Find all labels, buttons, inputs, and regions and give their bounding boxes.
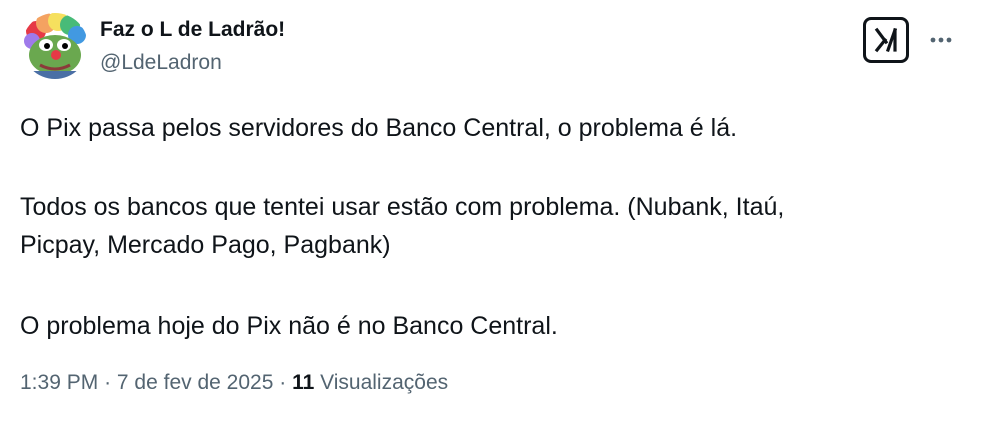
more-button[interactable] bbox=[925, 24, 957, 56]
clown-frog-avatar-icon bbox=[22, 13, 88, 79]
tweet-text-line: Picpay, Mercado Pago, Pagbank) bbox=[20, 231, 391, 259]
meta-separator: · bbox=[104, 371, 112, 394]
meta-separator: · bbox=[279, 371, 287, 394]
tweet-text-line: O Pix passa pelos servidores do Banco Ce… bbox=[20, 114, 738, 142]
avatar[interactable] bbox=[22, 13, 88, 79]
views-count: 11 bbox=[292, 371, 315, 394]
display-name[interactable]: Faz o L de Ladrão! bbox=[100, 18, 285, 42]
tweet-card: Faz o L de Ladrão! @LdeLadron O Pix pass… bbox=[0, 0, 984, 424]
tweet-text-line: O problema hoje do Pix não é no Banco Ce… bbox=[20, 312, 558, 340]
grok-button[interactable] bbox=[863, 17, 909, 63]
tweet-meta: 1:39 PM · 7 de fev de 2025 · 11 Visualiz… bbox=[20, 371, 448, 395]
user-handle[interactable]: @LdeLadron bbox=[100, 51, 222, 75]
views-label: Visualizações bbox=[320, 371, 449, 394]
tweet-time[interactable]: 1:39 PM bbox=[20, 371, 98, 394]
more-icon bbox=[930, 37, 952, 43]
grok-icon bbox=[874, 27, 898, 53]
tweet-date[interactable]: 7 de fev de 2025 bbox=[117, 371, 273, 394]
tweet-text-line: Todos os bancos que tentei usar estão co… bbox=[20, 193, 785, 221]
